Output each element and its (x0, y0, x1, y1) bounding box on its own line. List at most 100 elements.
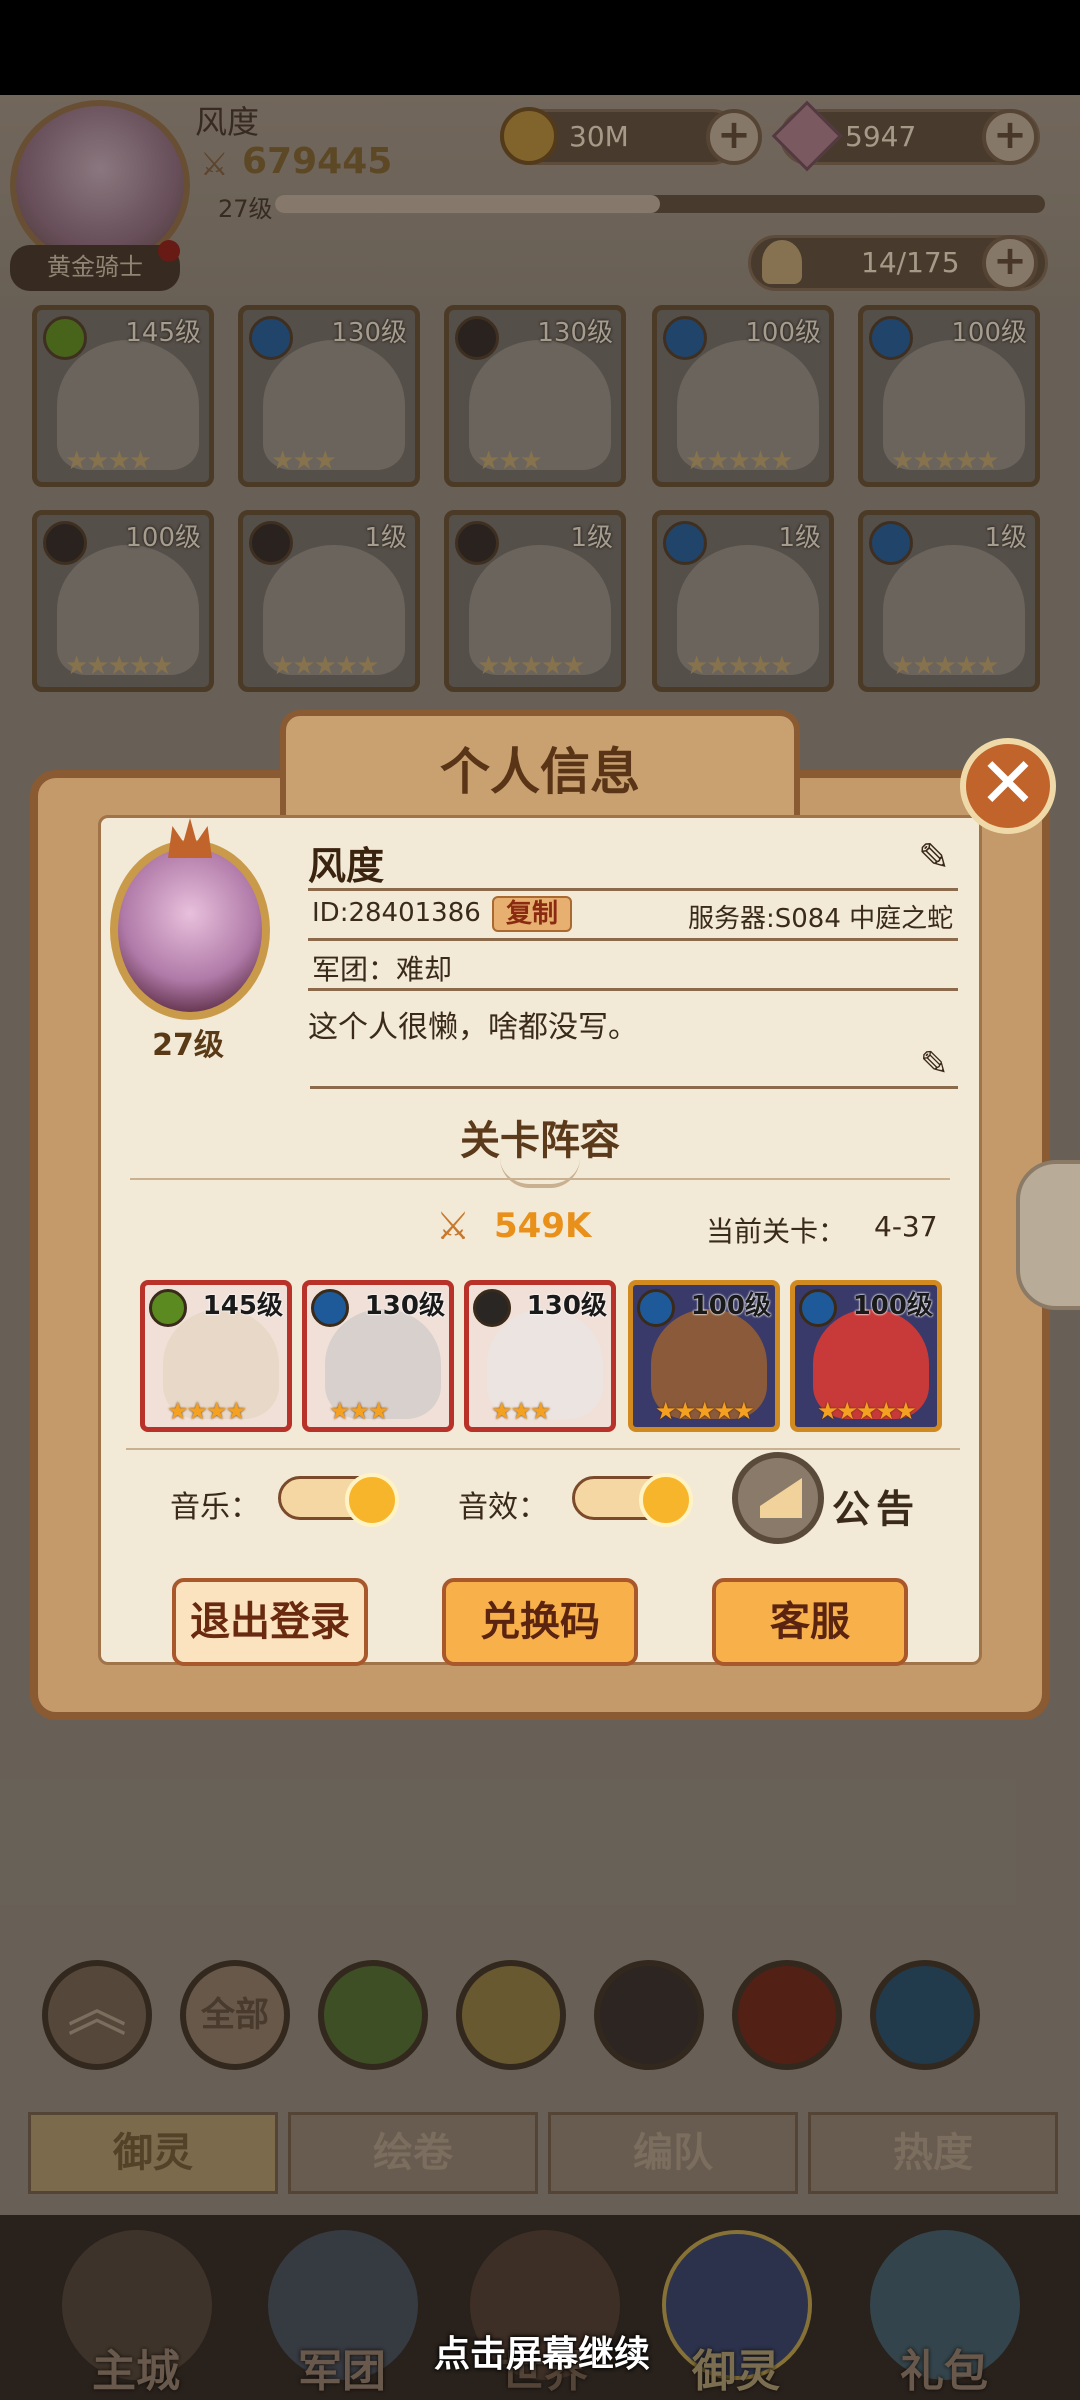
divider-signature (310, 1086, 958, 1089)
logout-button[interactable]: 退出登录 (172, 1578, 368, 1666)
roster-card[interactable]: 1级 ★★★★★ (238, 510, 420, 692)
roster-card-level: 1级 (778, 523, 821, 553)
element-water-icon (869, 521, 913, 565)
lineup-hero-card[interactable]: 100级 ★★★★★ (628, 1280, 780, 1432)
roster-card[interactable]: 130级 ★★★ (238, 305, 420, 487)
lineup-hero-level: 145级 (202, 1291, 283, 1321)
power-icon: ⚔ (200, 145, 229, 183)
profile-signature: 这个人很懒，啥都没写。 (308, 1010, 638, 1045)
side-arrow-button[interactable] (1016, 1160, 1080, 1310)
roster-card-level: 100级 (125, 523, 201, 553)
lineup-hero-level: 130级 (526, 1291, 607, 1321)
player-level: 27级 (218, 195, 273, 223)
roster-card[interactable]: 130级 ★★★ (444, 305, 626, 487)
filter-all-label: 全部 (201, 1995, 269, 2035)
tab-huijuan-label: 绘卷 (373, 2130, 453, 2176)
add-gem-button[interactable]: + (982, 109, 1038, 165)
customer-service-button[interactable]: 客服 (712, 1578, 908, 1666)
nav-gift-label: 礼包 (900, 2346, 988, 2397)
profile-avatar[interactable] (110, 840, 270, 1020)
roster-card[interactable]: 145级 ★★★★ (32, 305, 214, 487)
copy-id-button[interactable]: 复制 (492, 896, 572, 932)
lineup-hero-card[interactable]: 145级 ★★★★ (140, 1280, 292, 1432)
server-name: 服务器:S084 中庭之蛇 (688, 904, 954, 934)
edit-name-icon[interactable]: ✎ (918, 835, 950, 879)
roster-card-stars: ★★★ (477, 446, 543, 476)
lineup-power: 549K (494, 1206, 592, 1246)
lineup-hero-stars: ★★★★★ (817, 1397, 917, 1425)
lineup-hero-stars: ★★★★ (167, 1397, 247, 1425)
roster-card[interactable]: 1级 ★★★★★ (444, 510, 626, 692)
lineup-hero-level: 100级 (690, 1291, 771, 1321)
lineup-hero-card[interactable]: 130级 ★★★ (464, 1280, 616, 1432)
music-toggle[interactable] (278, 1473, 399, 1527)
roster-card-level: 1级 (984, 523, 1027, 553)
edit-signature-icon[interactable]: ✎ (920, 1044, 949, 1084)
lineup-hero-level: 130级 (364, 1291, 445, 1321)
profile-name: 风度 (308, 844, 385, 888)
copy-id-label: 复制 (505, 899, 558, 929)
redeem-code-button[interactable]: 兑换码 (442, 1578, 638, 1666)
collapse-filter-button[interactable]: ︽ (42, 1960, 152, 2070)
customer-service-label: 客服 (770, 1599, 850, 1645)
filter-dark-button[interactable] (594, 1960, 704, 2070)
element-dark-icon (473, 1289, 511, 1327)
notice-button[interactable] (732, 1452, 824, 1544)
roster-card[interactable]: 100级 ★★★★★ (32, 510, 214, 692)
element-water-icon (311, 1289, 349, 1327)
filter-nature-button[interactable] (318, 1960, 428, 2070)
element-dark-icon (43, 521, 87, 565)
filter-all-button[interactable]: 全部 (180, 1960, 290, 2070)
rank-badge[interactable]: 黄金骑士 (10, 245, 180, 291)
element-dark-icon (455, 316, 499, 360)
roster-card[interactable]: 1级 ★★★★★ (652, 510, 834, 692)
element-water-icon (799, 1289, 837, 1327)
gold-amount: 30M (569, 120, 629, 153)
sfx-label: 音效： (458, 1490, 548, 1525)
roster-count: 14/175 (861, 246, 960, 279)
tab-huijuan[interactable]: 绘卷 (288, 2112, 538, 2194)
roster-card-stars: ★★★★★ (477, 651, 586, 681)
tab-biandui[interactable]: 编队 (548, 2112, 798, 2194)
music-toggle-knob (345, 1473, 399, 1527)
roster-card[interactable]: 100级 ★★★★★ (652, 305, 834, 487)
element-water-icon (869, 316, 913, 360)
roster-card-level: 130级 (331, 318, 407, 348)
roster-card[interactable]: 1级 ★★★★★ (858, 510, 1040, 692)
add-roster-button[interactable]: + (982, 235, 1038, 291)
filter-fire-button[interactable] (732, 1960, 842, 2070)
redeem-code-label: 兑换码 (480, 1599, 600, 1645)
profile-id: ID:28401386 (312, 898, 481, 928)
filter-water-button[interactable] (870, 1960, 980, 2070)
roster-card-stars: ★★★★ (65, 446, 152, 476)
add-gold-button[interactable]: + (706, 109, 762, 165)
gem-amount: 5947 (845, 120, 917, 153)
roster-card-stars: ★★★★★ (891, 651, 1000, 681)
continue-hint[interactable]: 点击屏幕继续 (434, 2325, 650, 2377)
lineup-hero-card[interactable]: 100级 ★★★★★ (790, 1280, 942, 1432)
tab-biandui-label: 编队 (633, 2130, 713, 2176)
stage-value: 4-37 (874, 1210, 938, 1243)
close-icon: ✕ (978, 742, 1038, 824)
roster-card-level: 1级 (570, 523, 613, 553)
roster-card-stars: ★★★ (271, 446, 337, 476)
element-nature-icon (149, 1289, 187, 1327)
lineup-hero-card[interactable]: 130级 ★★★ (302, 1280, 454, 1432)
person-icon (762, 240, 802, 284)
roster-card[interactable]: 100级 ★★★★★ (858, 305, 1040, 487)
tab-redu[interactable]: 热度 (808, 2112, 1058, 2194)
tab-yuling[interactable]: 御灵 (28, 2112, 278, 2194)
divider-legion (308, 988, 958, 991)
lineup-hero-level: 100级 (852, 1291, 933, 1321)
element-water-icon (249, 316, 293, 360)
filter-light-button[interactable] (456, 1960, 566, 2070)
roster-card-level: 145级 (125, 318, 201, 348)
element-nature-icon (43, 316, 87, 360)
sfx-toggle[interactable] (572, 1473, 693, 1527)
nav-legion-label: 军团 (298, 2346, 386, 2397)
element-water-icon (663, 316, 707, 360)
level-progress-bar (275, 195, 1045, 213)
close-button[interactable]: ✕ (960, 738, 1056, 834)
lineup-hero-stars: ★★★★★ (655, 1397, 755, 1425)
tab-yuling-label: 御灵 (113, 2130, 193, 2176)
